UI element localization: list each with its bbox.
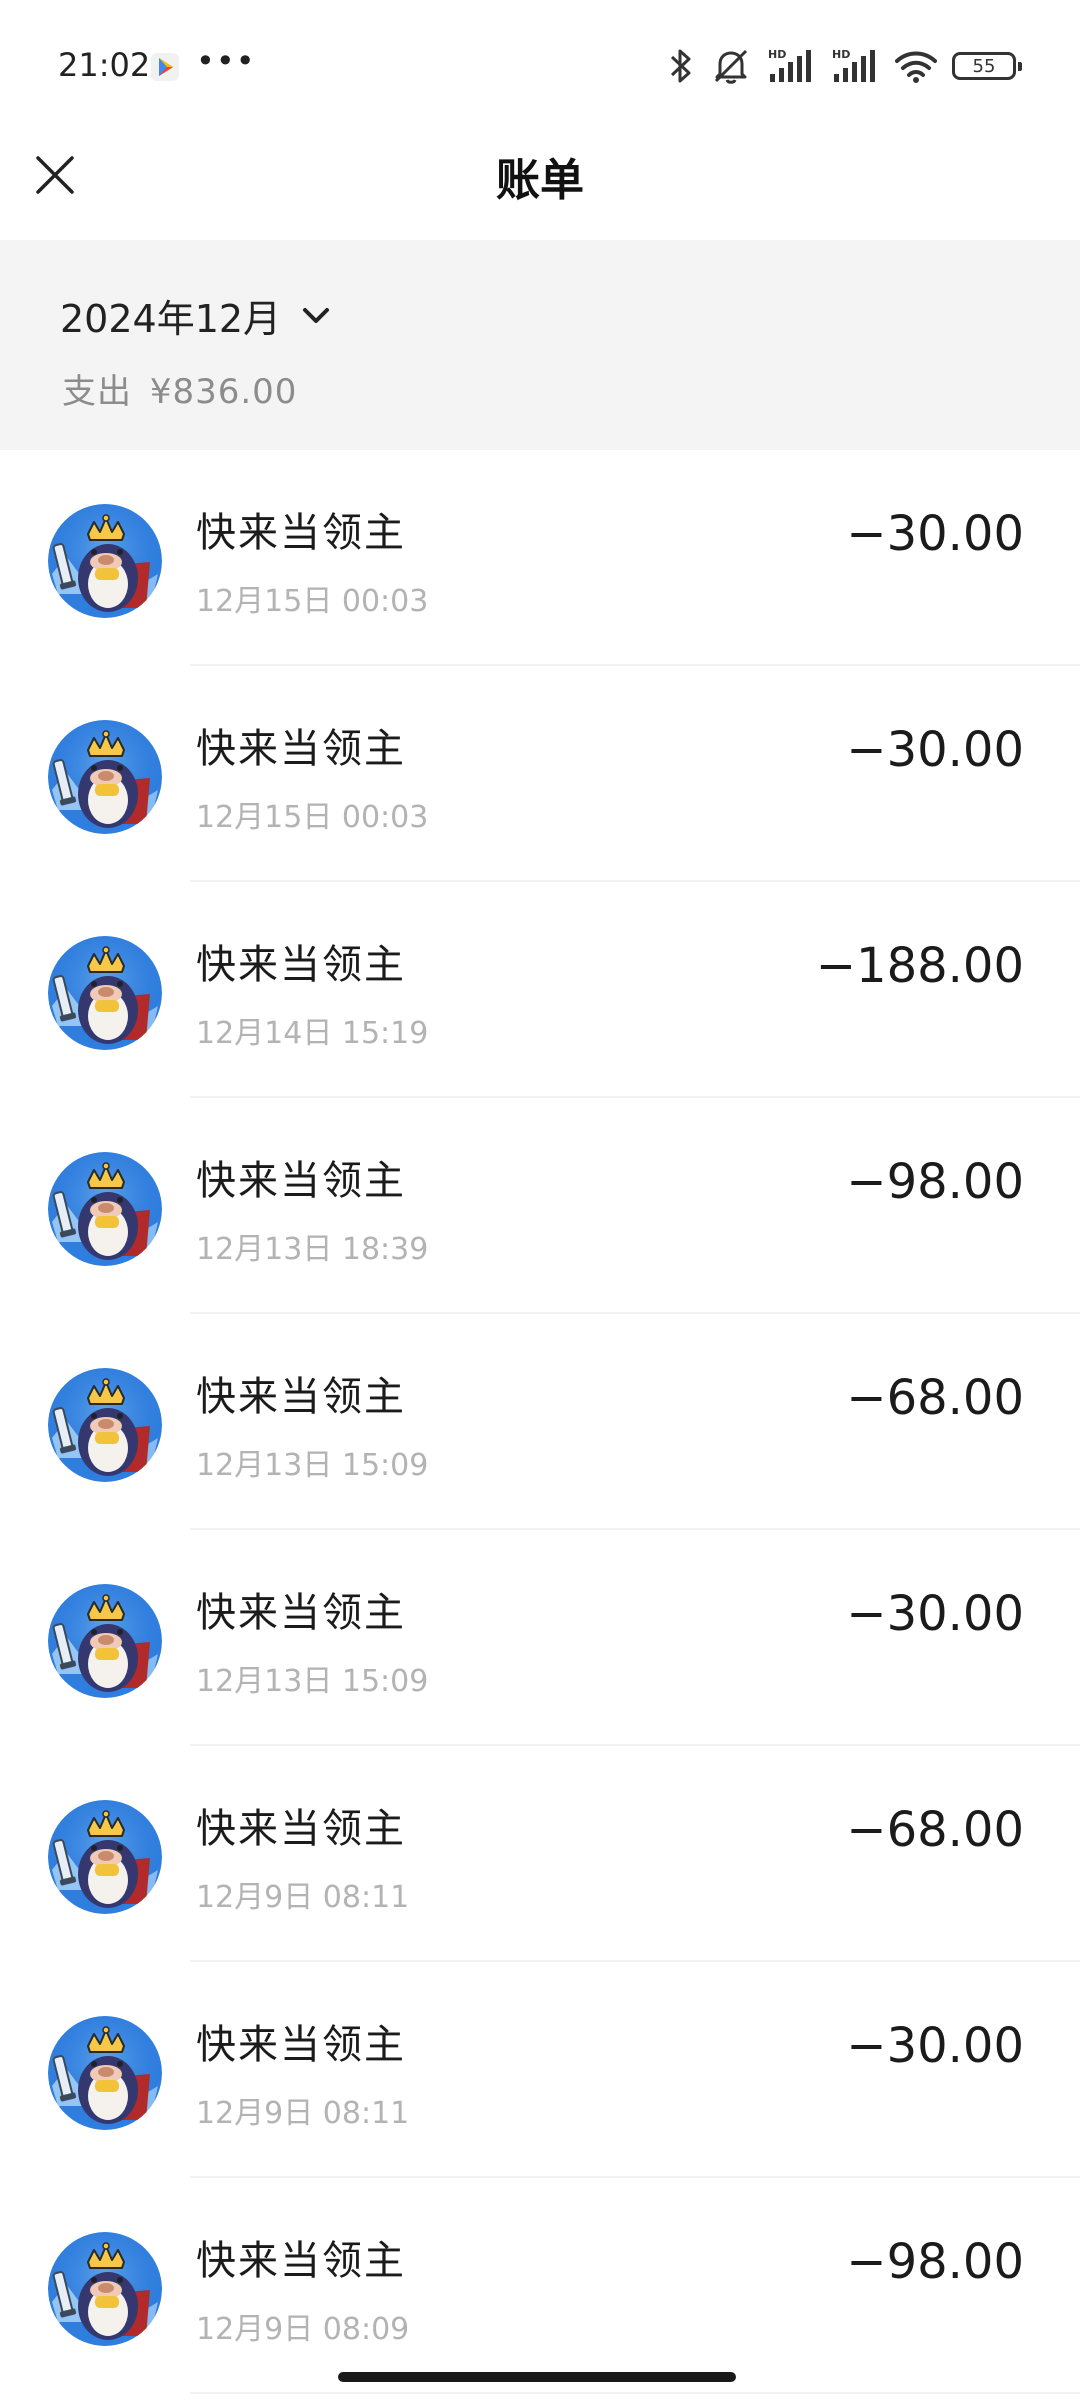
play-store-icon	[151, 53, 179, 81]
transaction-amount: −68.00	[846, 1370, 1024, 1426]
merchant-name: 快来当领主	[196, 2238, 406, 2284]
svg-text:HD: HD	[768, 48, 786, 61]
transaction-amount: −30.00	[846, 722, 1024, 778]
transaction-row[interactable]: 快来当领主 12月9日 08:11 −68.00	[0, 1746, 1080, 1962]
signal-hd-2-icon: HD	[832, 48, 875, 82]
bluetooth-icon	[670, 49, 691, 83]
penguin-king-avatar	[48, 1584, 162, 1698]
transaction-time: 12月9日 08:09	[196, 2312, 410, 2347]
transaction-time: 12月13日 18:39	[196, 1232, 429, 1267]
divider	[190, 2392, 1080, 2394]
status-more-icon: •••	[196, 42, 256, 80]
transaction-amount: −98.00	[846, 2234, 1024, 2290]
expense-amount: ¥836.00	[149, 372, 298, 412]
mute-bell-icon	[714, 49, 748, 84]
transaction-list: 快来当领主 12月15日 00:03 −30.00 快来当领主 12月15日 00:03…	[0, 450, 1080, 2394]
transaction-amount: −30.00	[846, 506, 1024, 562]
home-indicator[interactable]	[338, 2372, 736, 2382]
top-bar: 账单	[0, 138, 1080, 240]
transaction-amount: −98.00	[846, 1154, 1024, 1210]
merchant-name: 快来当领主	[196, 1806, 406, 1852]
transaction-time: 12月9日 08:11	[196, 1880, 410, 1915]
month-picker[interactable]: 2024年12月	[60, 288, 333, 343]
merchant-name: 快来当领主	[196, 942, 406, 988]
chevron-down-icon	[303, 307, 330, 323]
penguin-king-avatar	[48, 2016, 162, 2130]
transaction-row[interactable]: 快来当领主 12月15日 00:03 −30.00	[0, 666, 1080, 882]
penguin-king-avatar	[48, 1368, 162, 1482]
penguin-king-avatar	[48, 1800, 162, 1914]
transaction-amount: −30.00	[846, 1586, 1024, 1642]
transaction-time: 12月13日 15:09	[196, 1664, 429, 1699]
transaction-time: 12月14日 15:19	[196, 1016, 429, 1051]
status-icons: HD HD 55	[666, 44, 1022, 88]
merchant-name: 快来当领主	[196, 2022, 406, 2068]
merchant-name: 快来当领主	[196, 1374, 406, 1420]
svg-text:HD: HD	[832, 48, 850, 61]
month-label: 2024年12月	[60, 297, 282, 341]
penguin-king-avatar	[48, 936, 162, 1050]
transaction-time: 12月15日 00:03	[196, 800, 429, 835]
merchant-name: 快来当领主	[196, 510, 406, 556]
page-title: 账单	[496, 155, 584, 206]
merchant-name: 快来当领主	[196, 726, 406, 772]
transaction-amount: −30.00	[846, 2018, 1024, 2074]
status-time: 21:02	[58, 46, 151, 84]
transaction-time: 12月15日 00:03	[196, 584, 429, 619]
battery-level: 55	[972, 55, 996, 77]
penguin-king-avatar	[48, 2232, 162, 2346]
status-bar: 21:02 ••• HD HD 55	[0, 0, 1080, 138]
signal-hd-1-icon: HD	[768, 48, 811, 82]
transaction-row[interactable]: 快来当领主 12月13日 15:09 −30.00	[0, 1530, 1080, 1746]
transaction-amount: −188.00	[815, 938, 1024, 994]
transaction-time: 12月9日 08:11	[196, 2096, 410, 2131]
transaction-row[interactable]: 快来当领主 12月13日 15:09 −68.00	[0, 1314, 1080, 1530]
penguin-king-avatar	[48, 720, 162, 834]
transaction-amount: −68.00	[846, 1802, 1024, 1858]
merchant-name: 快来当领主	[196, 1590, 406, 1636]
transaction-row[interactable]: 快来当领主 12月9日 08:09 −98.00	[0, 2178, 1080, 2394]
expense-label: 支出	[62, 372, 132, 412]
wifi-icon	[895, 51, 937, 83]
transaction-time: 12月13日 15:09	[196, 1448, 429, 1483]
transaction-row[interactable]: 快来当领主 12月9日 08:11 −30.00	[0, 1962, 1080, 2178]
penguin-king-avatar	[48, 1152, 162, 1266]
merchant-name: 快来当领主	[196, 1158, 406, 1204]
transaction-row[interactable]: 快来当领主 12月15日 00:03 −30.00	[0, 450, 1080, 666]
month-summary: 2024年12月 支出 ¥836.00	[0, 240, 1080, 450]
transaction-row[interactable]: 快来当领主 12月13日 18:39 −98.00	[0, 1098, 1080, 1314]
battery-icon: 55	[952, 52, 1022, 80]
transaction-row[interactable]: 快来当领主 12月14日 15:19 −188.00	[0, 882, 1080, 1098]
penguin-king-avatar	[48, 504, 162, 618]
expense-total: 支出 ¥836.00	[62, 364, 303, 413]
